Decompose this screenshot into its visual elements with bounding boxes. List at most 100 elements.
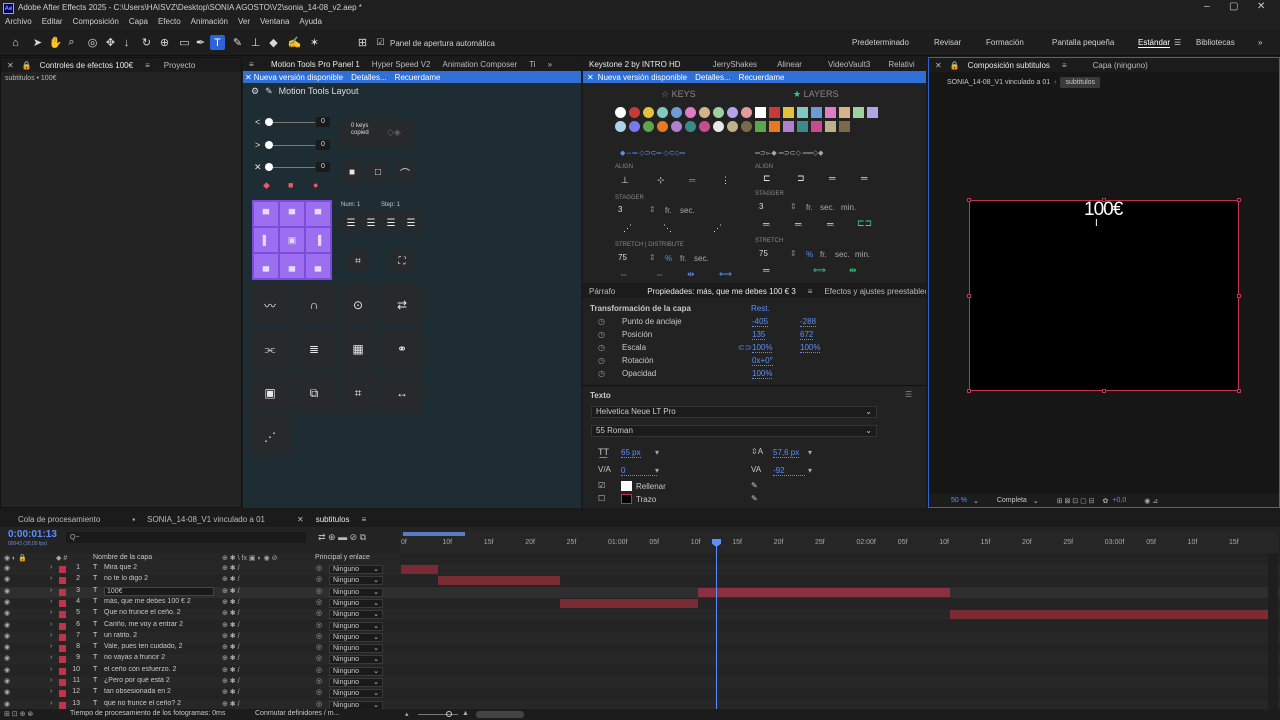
copy-keys-icon[interactable]: ◇◈ [387, 127, 401, 138]
pick-whip-icon[interactable]: ◎ [316, 688, 322, 696]
visibility-eye-icon[interactable]: ◉ [4, 609, 10, 617]
layer-switches-icons[interactable]: ⊕ ✱ / [222, 666, 240, 674]
current-timecode[interactable]: 0:00:01:13 [8, 529, 57, 540]
tab-efectos[interactable]: Efectos y ajustes preestablecidos [818, 287, 926, 296]
split-icon[interactable]: ⫘ [249, 328, 291, 370]
ease-both-value[interactable]: 0 [316, 162, 330, 172]
align-keys-center-icon[interactable]: ⊹ [657, 175, 665, 186]
anchor-top-center[interactable]: ▀ [280, 202, 304, 226]
home-icon[interactable]: ⌂ [8, 35, 23, 50]
expand-arrow-icon[interactable]: › [50, 621, 52, 628]
workspace-predeterminado[interactable]: Predeterminado [852, 38, 909, 47]
fill-checkbox[interactable]: ☑ [598, 481, 605, 490]
stretch-keys-out-icon[interactable]: ⇔ [655, 269, 664, 279]
zoom-in-icon[interactable]: ▲ [462, 710, 469, 717]
layer-switches-icons[interactable]: ⊕ ✱ / [222, 609, 240, 617]
fit-bounds-icon[interactable]: ⛶ [391, 250, 413, 272]
stagger-layers-center-icon[interactable]: ⊏⊐ [857, 218, 872, 229]
key-color-swatch[interactable] [629, 121, 640, 132]
dolly-tool-icon[interactable]: ↓ [119, 35, 134, 50]
layer-color-swatch[interactable] [839, 121, 850, 132]
menu-archivo[interactable]: Archivo [0, 15, 37, 29]
link-icon[interactable]: ⚭ [381, 328, 423, 370]
comp-canvas[interactable]: 100€ I [969, 199, 1239, 391]
workspace-menu-icon[interactable]: ☰ [1174, 38, 1181, 47]
stretch-layers-out-icon[interactable]: ⟺ [813, 265, 826, 276]
pick-whip-icon[interactable]: ◎ [316, 700, 322, 708]
timeline-vertical-scrollbar[interactable] [1268, 553, 1278, 709]
distribute-keys-icon[interactable]: ⇹ [687, 269, 695, 280]
tab-propiedades[interactable]: Propiedades: más, que me debes 100 € 3 [641, 287, 802, 296]
leading-value[interactable]: 57,6 px [773, 448, 800, 458]
tab-motion-tools[interactable]: Motion Tools Pro Panel 1 [265, 60, 366, 69]
pick-whip-icon[interactable]: ◎ [316, 564, 322, 572]
table-row[interactable]: ◉ › 8 T Vale, pues ten cuidado, 2 ⊕ ✱ / ◎ Ningu… [0, 643, 1280, 655]
stretch-layers-min[interactable]: min. [855, 250, 870, 259]
pick-whip-icon[interactable]: ◎ [316, 632, 322, 640]
layer-color-swatch[interactable] [783, 121, 794, 132]
label-color-swatch[interactable] [59, 645, 66, 653]
hand-tool-icon[interactable]: ✋ [48, 35, 63, 50]
expand-arrow-icon[interactable]: › [50, 677, 52, 684]
pick-whip-icon[interactable]: ◎ [316, 643, 322, 651]
tab-project[interactable]: Proyecto [158, 61, 202, 70]
transform-handle[interactable] [967, 198, 971, 202]
parent-column[interactable]: Principal y enlace [315, 554, 370, 561]
layer-color-swatch[interactable] [755, 121, 766, 132]
tracking-value[interactable]: -92 [773, 466, 805, 476]
tabs-left-icon[interactable]: ≡ [243, 60, 265, 69]
workspace-revisar[interactable]: Revisar [934, 38, 961, 47]
parent-select[interactable]: Ninguno ⌄ [329, 598, 383, 608]
layer-color-swatch[interactable] [839, 107, 850, 118]
workspace-estandar[interactable]: Estándar [1138, 38, 1171, 48]
stagger-keys-fr[interactable]: fr. [665, 206, 672, 215]
key-color-swatch[interactable] [727, 107, 738, 118]
menu-ver[interactable]: Ver [233, 15, 255, 29]
tab-menu-icon[interactable]: ≡ [139, 61, 156, 70]
visibility-eye-icon[interactable]: ◉ [4, 564, 10, 572]
timeline-scrollbar[interactable] [476, 711, 524, 718]
transform-handle[interactable] [1102, 198, 1106, 202]
stretch-keys-fr[interactable]: fr. [680, 254, 687, 263]
stagger-layers-value[interactable]: 3 [759, 202, 763, 211]
layer-switches-icons[interactable]: ⊕ ✱ / [222, 654, 240, 662]
close-tab-icon[interactable]: ✕ [291, 515, 310, 524]
crop-center-icon[interactable]: ⌗ [347, 250, 369, 272]
anchor-x-value[interactable]: -405 [752, 317, 769, 327]
banner-details[interactable]: Detalles... [351, 73, 387, 82]
playhead-line[interactable] [716, 539, 717, 709]
roto-brush-tool-icon[interactable]: ✍ [287, 35, 302, 50]
font-size-value[interactable]: 65 px [621, 448, 641, 458]
stretch-layers-stepper[interactable]: ⇕ [790, 249, 797, 258]
pick-whip-icon[interactable]: ◎ [316, 677, 322, 685]
stretch-keys-sec[interactable]: sec. [694, 254, 709, 263]
key-color-swatch[interactable] [699, 107, 710, 118]
key-color-swatch[interactable] [629, 107, 640, 118]
banner-remind[interactable]: Recuerdame [739, 73, 785, 82]
view-options-icon[interactable]: ⊞ ⊠ ⊡ ▢ ⊟ [1057, 497, 1095, 505]
expand-arrow-icon[interactable]: › [50, 654, 52, 661]
align-keys-distribute-icon[interactable]: ═ [689, 175, 695, 185]
scale-y-value[interactable]: 100% [800, 343, 821, 353]
distribute-keys-even-icon[interactable]: ⟷ [719, 269, 732, 280]
layer-name[interactable]: Mira que 2 [104, 564, 214, 571]
layer-duration-bar[interactable] [559, 598, 699, 608]
layer-color-swatch[interactable] [811, 121, 822, 132]
tab-composition[interactable]: Composición subtitulos [962, 61, 1056, 70]
fill-eyedropper-icon[interactable]: ✎ [751, 481, 758, 490]
tab-menu-icon[interactable]: ≡ [802, 287, 819, 296]
snapshot-icon[interactable]: ◉ ⊿ [1144, 497, 1158, 505]
stretch-layers-sec[interactable]: sec. [835, 250, 850, 259]
chevron-down-icon[interactable]: ⌄ [973, 497, 979, 505]
pick-whip-icon[interactable]: ◎ [316, 575, 322, 583]
layer-switches-icons[interactable]: ⊕ ✱ / [222, 564, 240, 572]
key-color-swatch[interactable] [741, 107, 752, 118]
parent-select[interactable]: Ninguno ⌄ [329, 678, 383, 687]
table-row[interactable]: ◉ › 6 T Cariño, me voy a entrar 2 ⊕ ✱ / ◎ Ningu… [0, 620, 1280, 632]
chevron-down-icon[interactable]: ▾ [808, 448, 812, 457]
key-color-swatch[interactable] [741, 121, 752, 132]
pick-whip-icon[interactable]: ◎ [316, 621, 322, 629]
banner-remind[interactable]: Recuerdame [395, 73, 441, 82]
key-color-swatch[interactable] [699, 121, 710, 132]
rotation-value[interactable]: 0x+0° [752, 356, 773, 366]
